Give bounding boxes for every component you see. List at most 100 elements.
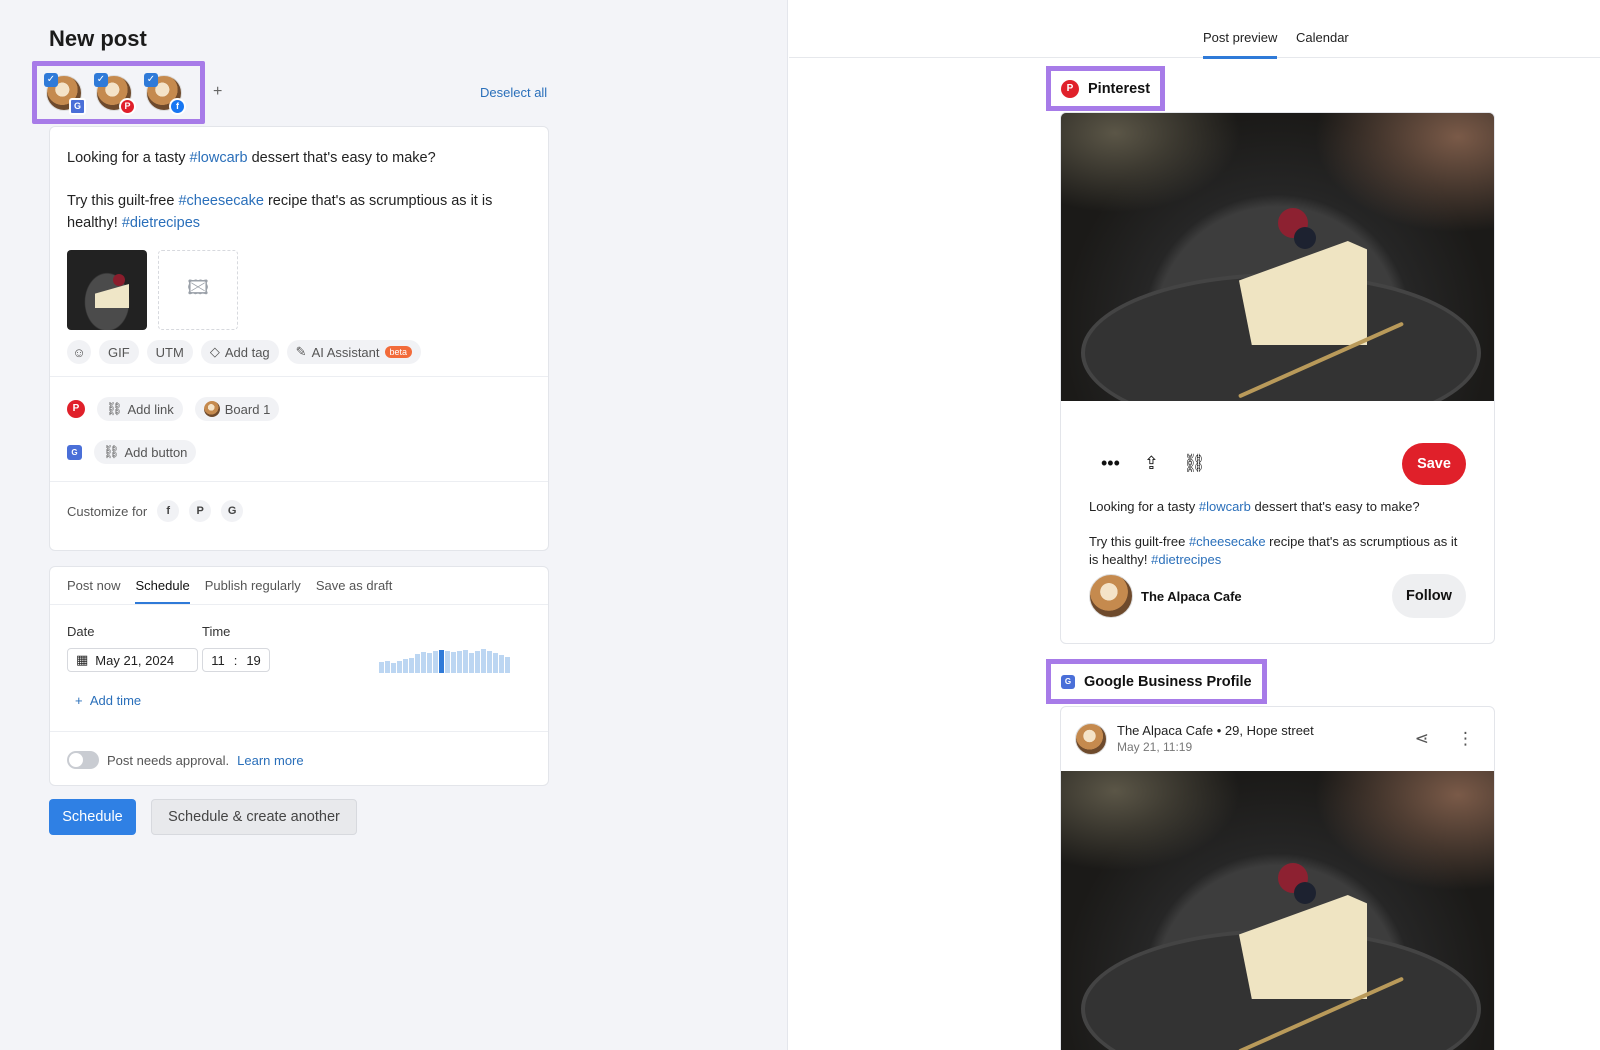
- board-selector[interactable]: Board 1: [194, 397, 280, 421]
- account-google-business-profile[interactable]: ✓ G: [44, 73, 86, 115]
- text-segment: dessert that's easy to make?: [1250, 499, 1420, 514]
- checkbox-icon[interactable]: ✓: [94, 73, 108, 87]
- account-pinterest[interactable]: ✓ P: [94, 73, 136, 115]
- histogram-bar: [481, 649, 486, 673]
- histogram-bar: [499, 655, 504, 673]
- gbp-header-label: Google Business Profile: [1084, 673, 1252, 690]
- background-glow: [1314, 771, 1494, 891]
- histogram-bar: [445, 651, 450, 673]
- post-composer: Looking for a tasty #lowcarb dessert tha…: [49, 126, 549, 551]
- schedule-button[interactable]: Schedule: [49, 799, 136, 835]
- learn-more-link[interactable]: Learn more: [237, 753, 303, 768]
- add-account-button[interactable]: +: [213, 83, 222, 101]
- business-name: The Alpaca Cafe • 29, Hope street: [1117, 723, 1314, 738]
- cheesecake-slice: [1239, 241, 1367, 345]
- customize-facebook-icon[interactable]: f: [157, 500, 180, 522]
- histogram-bar: [409, 658, 414, 673]
- histogram-bar: [379, 662, 384, 673]
- deselect-all-link[interactable]: Deselect all: [480, 85, 547, 100]
- hashtag: #lowcarb: [189, 150, 248, 166]
- calendar-icon: ▦: [76, 652, 89, 667]
- checkbox-icon[interactable]: ✓: [44, 73, 58, 87]
- ai-assistant-button[interactable]: ✎ AI Assistant beta: [286, 340, 422, 364]
- divider: [50, 376, 548, 377]
- time-hour[interactable]: 11: [211, 653, 225, 668]
- add-image-icon: 🖾: [187, 277, 209, 299]
- histogram-bar: [469, 653, 474, 673]
- hashtag: #lowcarb: [1198, 499, 1251, 514]
- more-vertical-icon[interactable]: ⋮: [1457, 729, 1474, 749]
- tab-calendar[interactable]: Calendar: [1296, 30, 1349, 56]
- tab-post-now[interactable]: Post now: [67, 567, 120, 604]
- tab-schedule[interactable]: Schedule: [135, 567, 190, 604]
- media-thumbnail[interactable]: [67, 250, 147, 330]
- customize-pinterest-icon[interactable]: P: [189, 500, 212, 522]
- more-options-icon[interactable]: •••: [1101, 453, 1120, 474]
- preview-pane: Post preview Calendar P Pinterest ••• ⇪ …: [789, 0, 1600, 1050]
- composer-toolbar: ☺ GIF UTM ◇ Add tag ✎ AI Assistant beta: [67, 340, 422, 364]
- tab-post-preview[interactable]: Post preview: [1203, 30, 1278, 59]
- text-segment: Looking for a tasty: [1089, 499, 1199, 514]
- gif-button[interactable]: GIF: [99, 340, 139, 364]
- best-time-histogram: [379, 649, 510, 673]
- schedule-and-create-another-button[interactable]: Schedule & create another: [151, 799, 357, 835]
- date-picker[interactable]: ▦ May 21, 2024: [67, 648, 198, 672]
- share-upload-icon[interactable]: ⇪: [1144, 453, 1159, 474]
- link-icon: ⛓: [103, 444, 120, 459]
- approval-toggle[interactable]: [67, 751, 99, 769]
- approval-text: Post needs approval.: [107, 752, 230, 768]
- add-tag-label: Add tag: [224, 344, 270, 360]
- text-segment: Try this guilt-free: [67, 193, 179, 209]
- divider: [50, 731, 548, 732]
- add-time-button[interactable]: + Add time: [75, 693, 141, 708]
- histogram-bar: [463, 650, 468, 673]
- time-minute[interactable]: 19: [246, 653, 260, 668]
- customize-google-business-profile-icon[interactable]: G: [221, 500, 244, 522]
- account-facebook[interactable]: ✓ f: [144, 73, 186, 115]
- share-icon[interactable]: ⋖: [1415, 729, 1429, 749]
- board-label: Board 1: [224, 401, 271, 417]
- add-button-button[interactable]: ⛓ Add button: [94, 440, 197, 464]
- add-tag-button[interactable]: ◇ Add tag: [200, 340, 279, 364]
- histogram-bar: [451, 652, 456, 673]
- time-picker[interactable]: 11 : 19: [202, 648, 270, 672]
- checkbox-icon[interactable]: ✓: [144, 73, 158, 87]
- add-link-button[interactable]: ⛓ Add link: [97, 397, 183, 421]
- add-media-button[interactable]: 🖾: [158, 250, 238, 330]
- link-icon[interactable]: ⛓: [1183, 453, 1206, 474]
- hashtag: #cheesecake: [178, 193, 264, 209]
- emoji-icon: ☺: [72, 344, 86, 360]
- gbp-post-header: The Alpaca Cafe • 29, Hope street May 21…: [1075, 722, 1314, 755]
- emoji-button[interactable]: ☺: [67, 340, 91, 364]
- text-segment: Looking for a tasty: [67, 150, 190, 166]
- histogram-bar: [391, 663, 396, 673]
- save-button[interactable]: Save: [1402, 443, 1466, 485]
- cheesecake-slice: [1239, 895, 1367, 999]
- gbp-options-row: G ⛓ Add button: [67, 440, 197, 464]
- histogram-bar-selected: [439, 650, 444, 673]
- author-name: The Alpaca Cafe: [1141, 588, 1242, 604]
- histogram-bar: [427, 653, 432, 673]
- facebook-icon: f: [169, 98, 186, 115]
- histogram-bar: [403, 659, 408, 673]
- cake-slice-shape: [95, 284, 129, 308]
- page-title: New post: [49, 26, 147, 51]
- composer-pane: New post ✓ G ✓ P ✓ f + Deselect all Look…: [0, 0, 788, 1050]
- follow-button[interactable]: Follow: [1392, 574, 1466, 618]
- scheduling-panel: Post now Schedule Publish regularly Save…: [49, 566, 549, 786]
- link-icon: ⛓: [106, 401, 123, 416]
- post-text-editor[interactable]: Looking for a tasty #lowcarb dessert tha…: [67, 147, 537, 255]
- tab-save-as-draft[interactable]: Save as draft: [316, 567, 393, 604]
- tab-publish-regularly[interactable]: Publish regularly: [205, 567, 301, 604]
- google-business-profile-icon: G: [67, 444, 82, 460]
- background-flowers: [1061, 113, 1241, 213]
- post-image: [1061, 771, 1494, 1050]
- text-segment: Try this guilt-free: [1089, 534, 1189, 549]
- avatar: [203, 401, 220, 417]
- background-flowers: [1061, 771, 1241, 871]
- histogram-bar: [433, 651, 438, 673]
- pinterest-header-label: Pinterest: [1088, 80, 1151, 97]
- utm-button[interactable]: UTM: [146, 340, 193, 364]
- pinterest-preview-header: P Pinterest: [1046, 66, 1166, 111]
- post-date: May 21, 11:19: [1117, 740, 1193, 754]
